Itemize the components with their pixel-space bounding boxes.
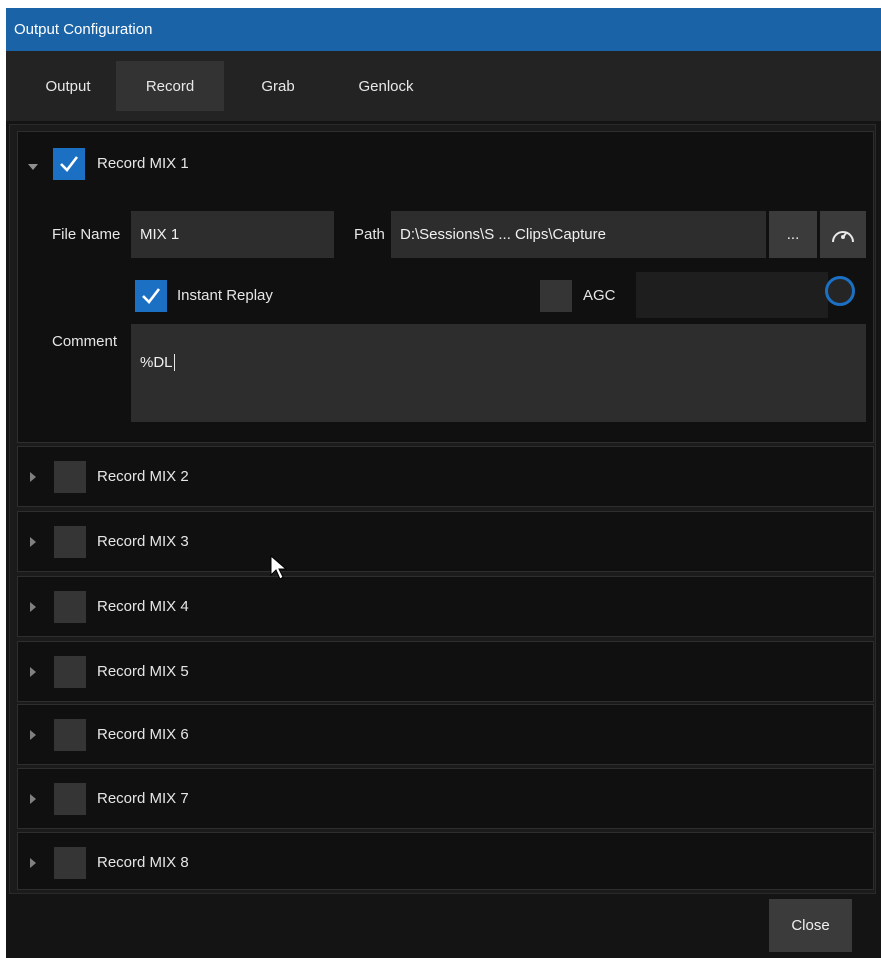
record-mix-8-label: Record MIX 8 <box>97 854 189 871</box>
agc-label: AGC <box>583 287 616 304</box>
record-mix-6-label: Record MIX 6 <box>97 726 189 743</box>
record-mix-7-checkbox[interactable] <box>54 783 86 815</box>
agc-level-slider[interactable] <box>636 272 828 318</box>
instant-replay-label: Instant Replay <box>177 287 273 304</box>
record-mix-6-checkbox[interactable] <box>54 719 86 751</box>
tab-grab[interactable]: Grab <box>240 61 316 111</box>
expand-arrow-icon[interactable] <box>30 794 36 804</box>
window-title: Output Configuration <box>14 21 153 38</box>
record-mix-5-checkbox[interactable] <box>54 656 86 688</box>
record-mix-5-label: Record MIX 5 <box>97 663 189 680</box>
mouse-pointer-icon <box>270 555 288 580</box>
expand-arrow-icon[interactable] <box>30 602 36 612</box>
record-mix-4-label: Record MIX 4 <box>97 598 189 615</box>
path-input[interactable]: D:\Sessions\S ... Clips\Capture <box>391 211 766 258</box>
tab-output[interactable]: Output <box>28 61 108 111</box>
agc-checkbox[interactable] <box>540 280 572 312</box>
comment-textarea[interactable]: %DL <box>131 324 866 422</box>
record-mix-8-checkbox[interactable] <box>54 847 86 879</box>
record-mix-4-checkbox[interactable] <box>54 591 86 623</box>
close-button-label: Close <box>791 917 830 934</box>
record-mix-1-checkbox[interactable] <box>53 148 85 180</box>
output-configuration-window: Output Configuration Output Record Grab … <box>6 8 881 958</box>
expand-arrow-icon[interactable] <box>30 730 36 740</box>
expand-arrow-icon[interactable] <box>30 472 36 482</box>
path-value: D:\Sessions\S ... Clips\Capture <box>400 226 606 243</box>
tab-label: Output <box>45 77 91 95</box>
record-mix-2-label: Record MIX 2 <box>97 468 189 485</box>
record-mix-6-section: Record MIX 6 <box>17 704 874 765</box>
tab-bar: Output Record Grab Genlock <box>6 51 881 121</box>
file-name-label: File Name <box>52 226 121 243</box>
record-mix-1-section: Record MIX 1 File Name MIX 1 Path D:\Ses… <box>17 131 874 443</box>
speed-test-button[interactable] <box>820 211 866 258</box>
record-mix-7-section: Record MIX 7 <box>17 768 874 829</box>
path-label: Path <box>354 226 385 243</box>
title-bar: Output Configuration <box>6 8 881 51</box>
checkmark-icon <box>60 156 79 172</box>
record-mix-2-section: Record MIX 2 <box>17 446 874 507</box>
comment-label: Comment <box>52 333 118 350</box>
browse-button-label: ... <box>786 226 800 243</box>
comment-value: %DL <box>140 354 173 371</box>
dialog-footer: Close <box>6 896 881 958</box>
expand-arrow-icon[interactable] <box>30 667 36 677</box>
agc-knob-icon[interactable] <box>825 276 855 306</box>
tab-genlock[interactable]: Genlock <box>336 61 436 111</box>
file-name-value: MIX 1 <box>140 226 180 243</box>
record-mix-1-label: Record MIX 1 <box>97 155 189 172</box>
browse-button[interactable]: ... <box>769 211 817 258</box>
tab-label: Genlock <box>358 77 414 95</box>
record-mix-5-section: Record MIX 5 <box>17 641 874 702</box>
record-mix-2-checkbox[interactable] <box>54 461 86 493</box>
text-cursor <box>173 354 175 371</box>
file-name-input[interactable]: MIX 1 <box>131 211 334 258</box>
close-button[interactable]: Close <box>769 899 852 952</box>
expand-arrow-icon[interactable] <box>30 858 36 868</box>
record-mix-3-checkbox[interactable] <box>54 526 86 558</box>
record-mix-4-section: Record MIX 4 <box>17 576 874 637</box>
record-mix-7-label: Record MIX 7 <box>97 790 189 807</box>
instant-replay-checkbox[interactable] <box>135 280 167 312</box>
record-mix-8-section: Record MIX 8 <box>17 832 874 890</box>
record-mix-3-label: Record MIX 3 <box>97 533 189 550</box>
tab-label: Record <box>145 77 195 95</box>
gauge-icon <box>832 230 854 242</box>
record-mix-3-section: Record MIX 3 <box>17 511 874 572</box>
record-settings-panel: Record MIX 1 File Name MIX 1 Path D:\Ses… <box>9 124 876 894</box>
expand-arrow-icon[interactable] <box>30 537 36 547</box>
tab-label: Grab <box>261 77 295 95</box>
collapse-arrow-icon[interactable] <box>28 164 38 170</box>
checkmark-icon <box>142 288 161 304</box>
tab-record[interactable]: Record <box>116 61 224 111</box>
